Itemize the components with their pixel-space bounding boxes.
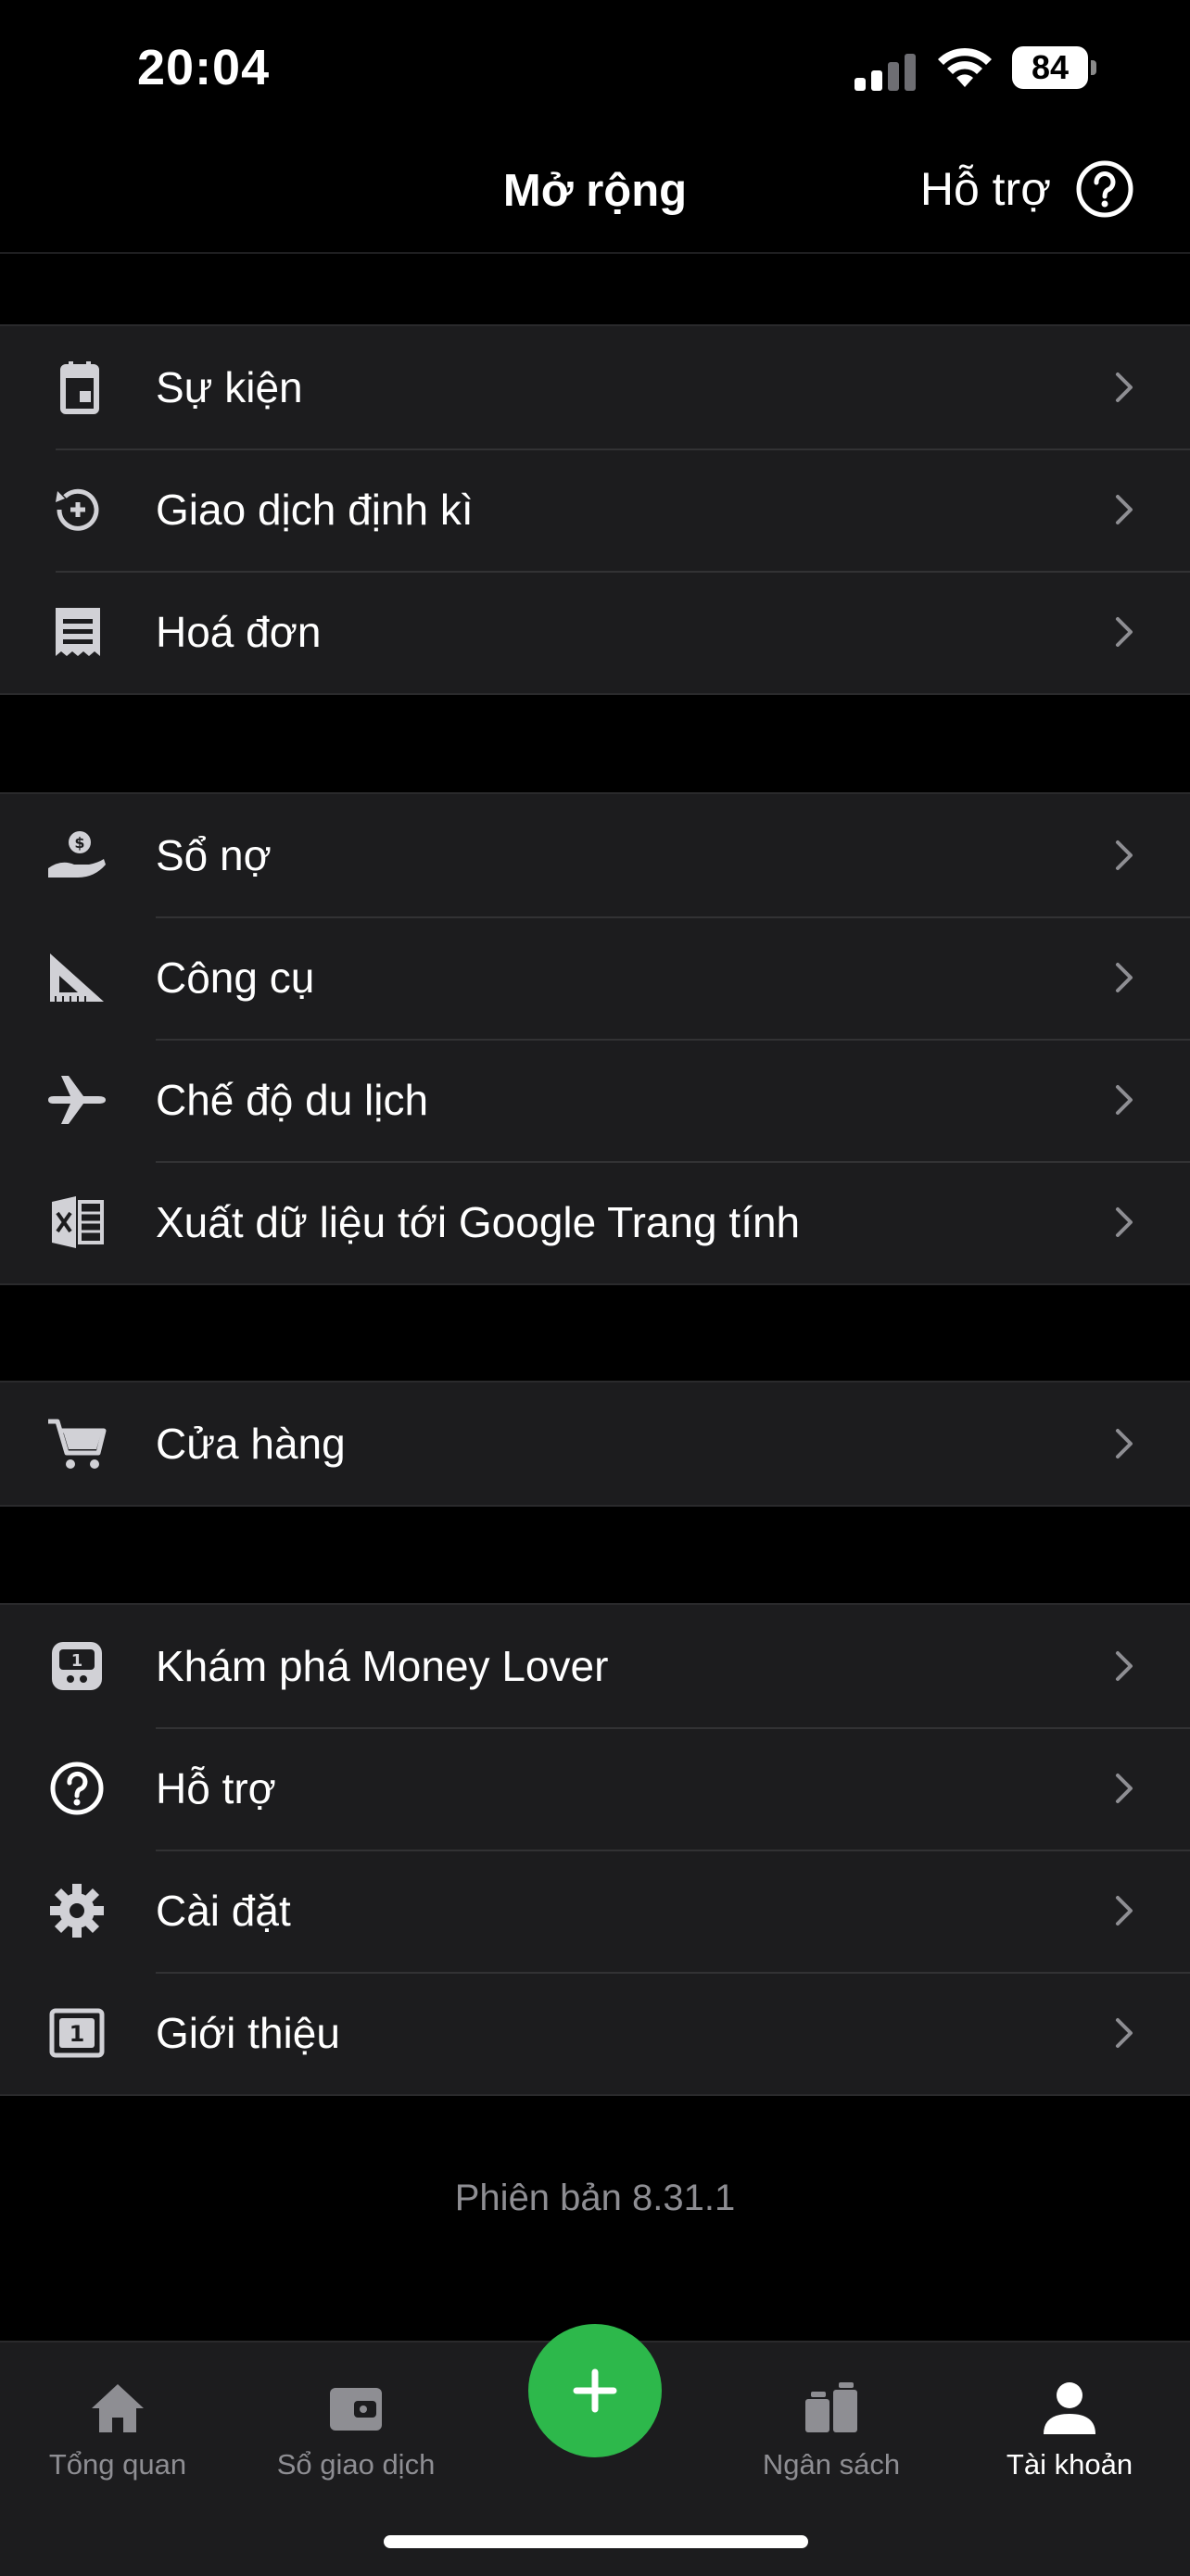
recurring-transaction-icon [56, 488, 99, 531]
tab-label: Sổ giao dịch [276, 2448, 436, 2481]
menu-item-label: Sự kiện [156, 363, 303, 411]
chevron-right-icon [1116, 963, 1133, 992]
home-indicator[interactable] [384, 2535, 808, 2548]
menu-item-bills[interactable]: Hoá đơn [0, 571, 1190, 693]
menu-item-tools[interactable]: Công cụ [0, 916, 1190, 1039]
status-time: 20:04 [137, 40, 271, 95]
svg-text:1: 1 [71, 1651, 83, 1671]
menu-item-label: Xuất dữ liệu tới Google Trang tính [156, 1198, 801, 1246]
cellular-signal-icon [855, 52, 919, 91]
menu-item-discover-money-lover[interactable]: 1 Khám phá Money Lover [0, 1605, 1190, 1727]
menu-item-label: Giao dịch định kì [156, 486, 474, 534]
menu-item-recurring-transactions[interactable]: Giao dịch định kì [0, 448, 1190, 571]
tab-account[interactable]: Tài khoản [954, 2376, 1185, 2481]
battery-level: 84 [1012, 46, 1088, 89]
svg-text:1: 1 [70, 2021, 85, 2047]
help-circle-icon [50, 1762, 104, 1815]
receipt-icon [56, 608, 100, 656]
debt-hand-icon: $ [48, 831, 106, 878]
spreadsheet-export-icon [52, 1196, 104, 1248]
menu-group-about: 1 Khám phá Money Lover Hỗ trợ Cài đặt 1 … [0, 1603, 1190, 2096]
menu-item-help[interactable]: Hỗ trợ [0, 1727, 1190, 1850]
plus-icon [573, 2368, 617, 2413]
svg-text:$: $ [74, 834, 84, 852]
chevron-right-icon [1116, 840, 1133, 870]
tab-label: Tổng quan [48, 2448, 187, 2481]
calendar-icon [60, 361, 99, 414]
menu-group-tools: $ Sổ nợ Công cụ Chế độ du lịch Xuất dữ l… [0, 792, 1190, 1285]
shopping-cart-icon [48, 1419, 107, 1469]
tab-budget[interactable]: Ngân sách [715, 2376, 947, 2481]
tab-transactions[interactable]: Sổ giao dịch [240, 2376, 472, 2481]
tab-label: Ngân sách [762, 2448, 901, 2481]
battery-icon: 84 [1012, 46, 1097, 89]
header-help-label: Hỗ trợ [919, 163, 1051, 215]
menu-item-label: Cài đặt [156, 1887, 291, 1935]
add-transaction-button[interactable] [528, 2324, 662, 2457]
tab-label: Tài khoản [1006, 2448, 1133, 2481]
app-version: Phiên bản 8.31.1 [454, 2178, 736, 2218]
menu-item-label: Hỗ trợ [156, 1764, 276, 1812]
menu-item-debts[interactable]: $ Sổ nợ [0, 794, 1190, 916]
chevron-right-icon [1116, 373, 1133, 402]
menu-item-events[interactable]: Sự kiện [0, 326, 1190, 448]
menu-item-travel-mode[interactable]: Chế độ du lịch [0, 1039, 1190, 1161]
gear-icon [50, 1884, 104, 1938]
chevron-right-icon [1116, 1207, 1133, 1237]
menu-item-label: Chế độ du lịch [156, 1076, 429, 1124]
header-help-button[interactable]: Hỗ trợ [920, 159, 1134, 219]
menu-item-about[interactable]: 1 Giới thiệu [0, 1972, 1190, 2094]
home-icon [92, 2384, 144, 2432]
chevron-right-icon [1116, 1774, 1133, 1803]
menu-group-events: Sự kiện Giao dịch định kì Hoá đơn [0, 324, 1190, 695]
chevron-right-icon [1116, 1651, 1133, 1681]
money-lover-icon: 1 [52, 1642, 102, 1690]
header-divider [0, 252, 1190, 254]
menu-item-label: Hoá đơn [156, 608, 322, 656]
menu-item-export-google-sheets[interactable]: Xuất dữ liệu tới Google Trang tính [0, 1161, 1190, 1283]
airplane-icon [48, 1076, 106, 1124]
chevron-right-icon [1116, 2018, 1133, 2048]
chevron-right-icon [1116, 1896, 1133, 1926]
menu-item-label: Sổ nợ [156, 831, 272, 879]
tab-overview[interactable]: Tổng quan [2, 2376, 234, 2481]
person-icon [1044, 2382, 1095, 2434]
chevron-right-icon [1116, 1085, 1133, 1115]
menu-item-store[interactable]: Cửa hàng [0, 1383, 1190, 1505]
chevron-right-icon [1116, 495, 1133, 524]
menu-group-store: Cửa hàng [0, 1381, 1190, 1507]
budget-icon [805, 2382, 857, 2432]
chevron-right-icon [1116, 1429, 1133, 1458]
menu-item-label: Công cụ [156, 953, 315, 1002]
help-circle-icon [1076, 160, 1133, 218]
chevron-right-icon [1116, 617, 1133, 647]
about-icon: 1 [49, 2008, 105, 2058]
menu-item-label: Khám phá Money Lover [156, 1642, 609, 1690]
ruler-triangle-icon [50, 953, 104, 1002]
menu-item-label: Cửa hàng [156, 1420, 346, 1468]
menu-item-label: Giới thiệu [156, 2009, 340, 2057]
wallet-icon [330, 2388, 382, 2431]
menu-item-settings[interactable]: Cài đặt [0, 1850, 1190, 1972]
wifi-icon [938, 47, 992, 87]
status-bar: 20:04 84 [0, 0, 1190, 139]
